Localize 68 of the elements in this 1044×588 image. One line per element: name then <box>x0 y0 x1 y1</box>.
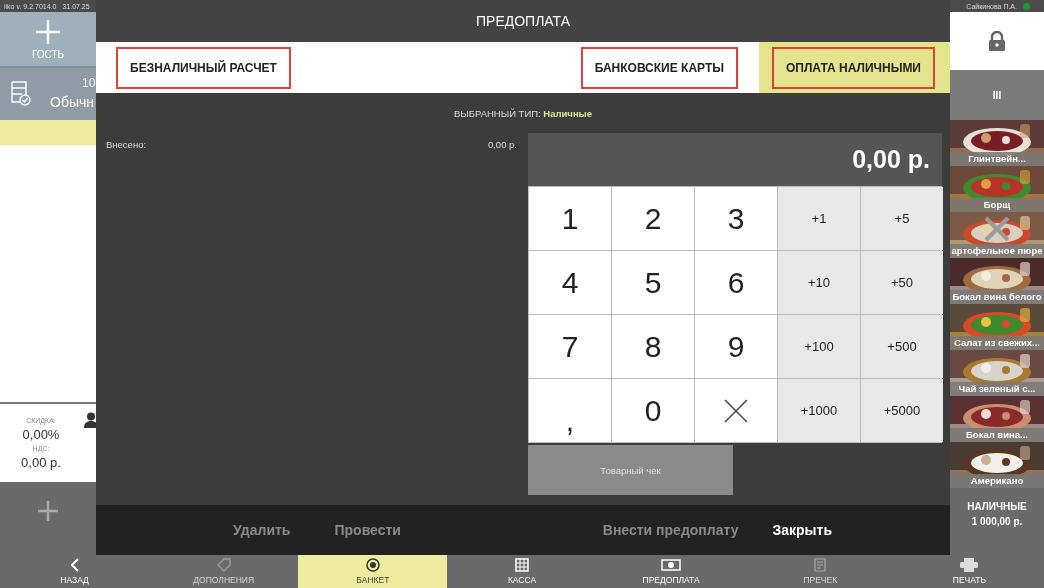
digit-key[interactable]: 3 <box>695 187 777 250</box>
menu-item[interactable]: артофельное пюре <box>950 212 1044 258</box>
action-button[interactable]: Провести <box>334 522 401 538</box>
add-amount-key[interactable]: +100 <box>778 315 860 378</box>
add-amount-key[interactable]: +5 <box>861 187 943 250</box>
action-button[interactable]: Удалить <box>233 522 291 538</box>
amount-display: 0,00 р. <box>528 133 942 186</box>
nav-tab[interactable]: КАССА <box>447 540 597 588</box>
digit-key[interactable]: 1 <box>529 187 611 250</box>
add-amount-key[interactable]: +500 <box>861 315 943 378</box>
order-number: 10 <box>82 76 96 90</box>
order-type: Обычн <box>50 94 94 110</box>
paid-label: Внесено: <box>106 139 147 150</box>
digit-key[interactable]: 5 <box>612 251 694 314</box>
add-amount-key[interactable]: +1000 <box>778 379 860 442</box>
add-amount-key[interactable]: +5000 <box>861 379 943 442</box>
nav-tab[interactable]: НАЗАД <box>0 540 150 588</box>
payment-label: НАЛИЧНЫЕ <box>967 501 1027 512</box>
menu-item-name: Бокал вина... <box>950 428 1044 442</box>
dialog-title: ПРЕДОПЛАТА <box>96 0 950 42</box>
digit-key[interactable]: 6 <box>695 251 777 314</box>
receipt-icon <box>814 558 827 572</box>
menu-item[interactable]: Глинтвейн... <box>950 120 1044 166</box>
digit-key[interactable]: 4 <box>529 251 611 314</box>
action-button[interactable]: Закрыть <box>772 522 832 538</box>
payment-amount: 1 000,00 р. <box>971 516 1023 527</box>
menu-button[interactable]: III <box>950 70 1044 120</box>
order-list-icon <box>10 80 32 106</box>
plus-icon <box>37 500 59 522</box>
banknote-icon <box>661 559 682 571</box>
lock-icon[interactable] <box>989 31 1005 51</box>
digit-key[interactable]: 0 <box>612 379 694 442</box>
comma-key[interactable]: , <box>529 379 611 442</box>
menu-item[interactable]: Бокал вина белого <box>950 258 1044 304</box>
add-amount-key[interactable]: +1 <box>778 187 860 250</box>
menu-item[interactable]: Бокал вина... <box>950 396 1044 442</box>
digit-key[interactable]: 7 <box>529 315 611 378</box>
clear-key[interactable] <box>695 379 777 442</box>
tag-icon <box>216 558 231 572</box>
cross-icon <box>723 397 749 424</box>
discount-value: 0,00% <box>22 426 60 442</box>
menu-item-name: Чай зеленый с... <box>950 382 1044 396</box>
action-button[interactable]: Внести предоплату <box>602 522 739 538</box>
menu-item-name: Глинтвейн... <box>950 152 1044 166</box>
selected-type-text: ВЫБРАННЫЙ ТИП: Наличные <box>454 107 592 119</box>
menu-item-name: Салат из свежих... <box>950 336 1044 350</box>
menu-item-name: Американо <box>950 474 1044 488</box>
menu-item[interactable]: Борщ <box>950 166 1044 212</box>
back-icon <box>70 558 79 572</box>
add-amount-key[interactable]: +10 <box>778 251 860 314</box>
menu-item[interactable]: Чай зеленый с... <box>950 350 1044 396</box>
nav-tab[interactable]: ПРЕДОПЛАТА <box>596 540 746 588</box>
digit-key[interactable]: 9 <box>695 315 777 378</box>
plate-icon <box>365 558 380 572</box>
menu-item[interactable]: Американо <box>950 442 1044 488</box>
add-amount-key[interactable]: +50 <box>861 251 943 314</box>
menu-item-name: артофельное пюре <box>950 244 1044 258</box>
vat-value: 0,00 р. <box>21 454 61 470</box>
plus-icon <box>35 18 61 45</box>
digit-key[interactable]: 2 <box>612 187 694 250</box>
menu-item[interactable]: Салат из свежих... <box>950 304 1044 350</box>
menu-item-name: Борщ <box>950 198 1044 212</box>
payment-type-tab[interactable]: ОПЛАТА НАЛИЧНЫМИ <box>759 42 950 93</box>
paid-amount: 0,00 р. <box>487 139 517 150</box>
nav-tab[interactable]: ПЕЧАТЬ <box>894 540 1044 588</box>
digit-key[interactable]: 8 <box>612 315 694 378</box>
menu-item-name: Бокал вина белого <box>950 290 1044 304</box>
calculator-icon <box>515 558 529 572</box>
